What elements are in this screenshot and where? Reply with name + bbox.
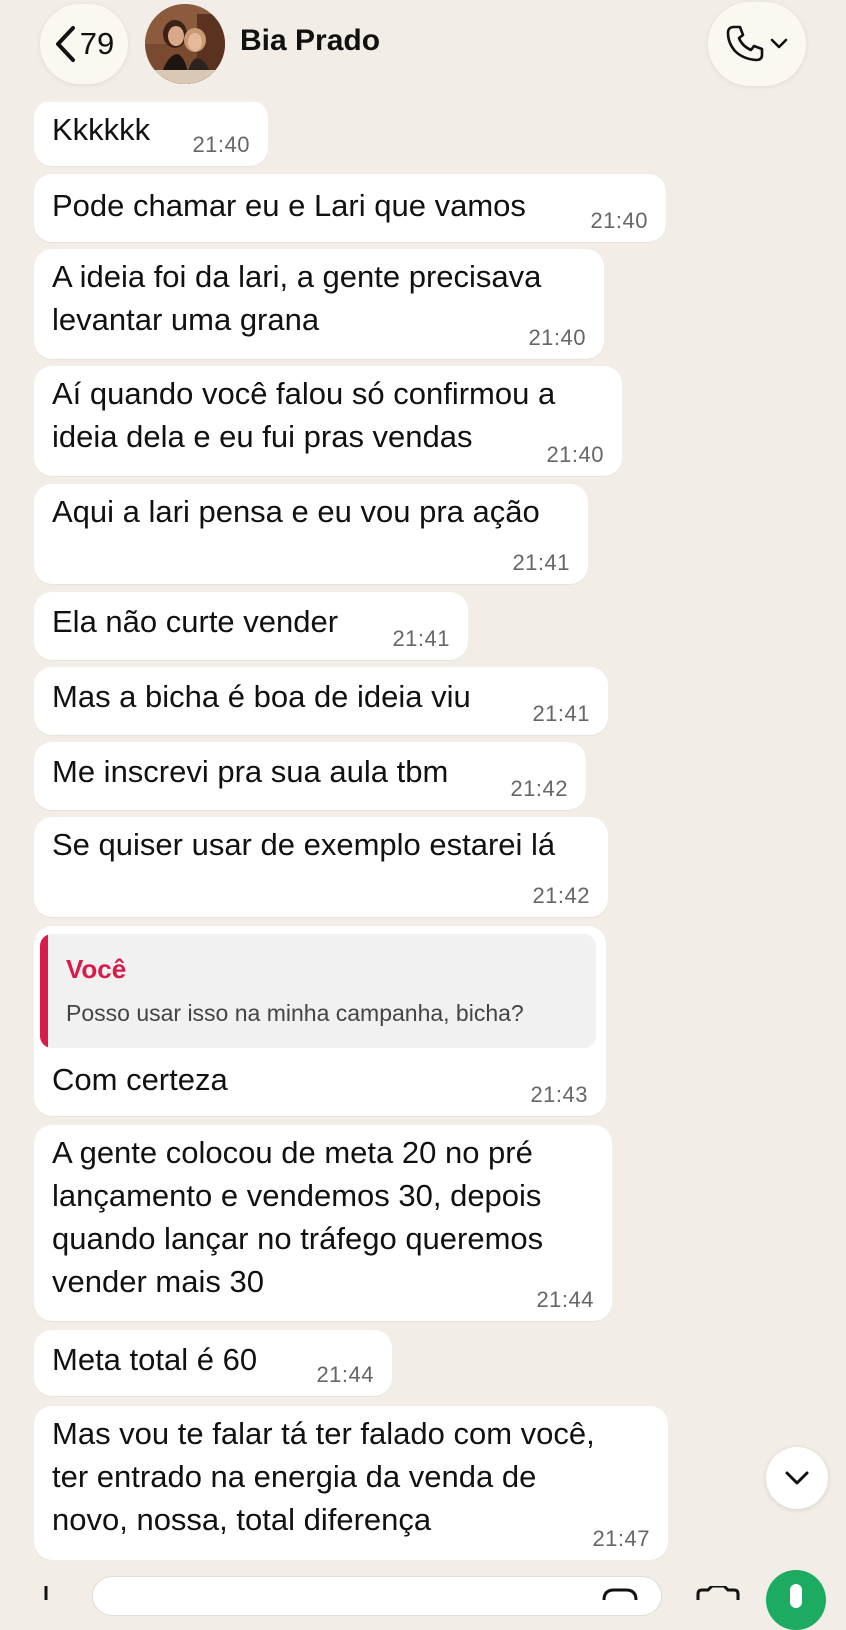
plus-icon[interactable]	[34, 1586, 58, 1600]
message-text: Se quiser usar de exemplo estarei lá	[52, 827, 556, 862]
message-time: 21:42	[532, 883, 590, 908]
sticker-icon[interactable]	[600, 1588, 640, 1600]
message-input[interactable]	[92, 1576, 662, 1616]
message-text: Me inscrevi pra sua aula tbm	[52, 754, 449, 789]
reply-message-bubble[interactable]: Você Posso usar isso na minha campanha, …	[34, 926, 606, 1116]
message-time: 21:40	[192, 132, 250, 157]
message-time: 21:47	[592, 1526, 650, 1551]
avatar-photo	[145, 4, 225, 84]
quote-text: Posso usar isso na minha campanha, bicha…	[66, 1000, 524, 1026]
message-bubble[interactable]: A ideia foi da lari, a gente precisava l…	[34, 249, 604, 359]
message-text: Mas vou te falar tá ter falado com você,…	[52, 1416, 595, 1537]
message-text: Meta total é 60	[52, 1342, 258, 1377]
chevron-down-icon	[770, 38, 788, 49]
scroll-to-bottom-button[interactable]	[766, 1447, 828, 1509]
message-time: 21:40	[528, 325, 586, 350]
message-time: 21:44	[316, 1362, 374, 1387]
message-text: A ideia foi da lari, a gente precisava l…	[52, 259, 542, 337]
camera-icon[interactable]	[696, 1586, 740, 1600]
message-bubble[interactable]: Kkkkkk 21:40	[34, 100, 268, 166]
message-text: Kkkkkk	[52, 112, 151, 147]
chevron-down-icon	[785, 1471, 809, 1485]
message-time: 21:41	[532, 701, 590, 726]
quoted-message[interactable]: Você Posso usar isso na minha campanha, …	[40, 934, 596, 1048]
message-compose-bar	[0, 1560, 846, 1630]
message-bubble[interactable]: Aqui a lari pensa e eu vou pra ação 21:4…	[34, 484, 588, 584]
quote-author: Você	[66, 954, 127, 984]
phone-icon	[726, 25, 764, 62]
call-button[interactable]	[708, 2, 806, 86]
message-bubble[interactable]: Me inscrevi pra sua aula tbm 21:42	[34, 742, 586, 810]
unread-count: 79	[79, 26, 115, 61]
message-bubble[interactable]: Mas a bicha é boa de ideia viu 21:41	[34, 667, 608, 735]
message-bubble[interactable]: Mas vou te falar tá ter falado com você,…	[34, 1406, 668, 1560]
contact-avatar[interactable]	[145, 4, 225, 84]
message-time: 21:43	[530, 1082, 588, 1107]
message-text: Pode chamar eu e Lari que vamos	[52, 188, 526, 223]
message-text: A gente colocou de meta 20 no pré lançam…	[52, 1135, 544, 1299]
message-bubble[interactable]: Aí quando você falou só confirmou a idei…	[34, 366, 622, 476]
message-time: 21:44	[536, 1287, 594, 1312]
message-time: 21:40	[546, 442, 604, 467]
quote-accent-bar	[40, 934, 48, 1048]
message-text: Com certeza	[52, 1062, 228, 1097]
mic-icon	[790, 1584, 802, 1608]
message-bubble[interactable]: Pode chamar eu e Lari que vamos 21:40	[34, 174, 666, 242]
message-text: Aqui a lari pensa e eu vou pra ação	[52, 494, 540, 529]
back-button[interactable]: 79	[40, 4, 128, 84]
message-time: 21:41	[512, 550, 570, 575]
message-bubble[interactable]: Se quiser usar de exemplo estarei lá 21:…	[34, 817, 608, 917]
chat-header: 79 Bia Prado	[0, 0, 846, 102]
message-time: 21:42	[510, 776, 568, 801]
message-time: 21:40	[590, 208, 648, 233]
message-time: 21:41	[392, 626, 450, 651]
message-text: Ela não curte vender	[52, 604, 339, 639]
message-text: Aí quando você falou só confirmou a idei…	[52, 376, 556, 454]
contact-name[interactable]: Bia Prado	[240, 24, 380, 58]
message-bubble[interactable]: Meta total é 60 21:44	[34, 1330, 392, 1396]
chevron-left-icon	[55, 26, 75, 62]
message-text: Mas a bicha é boa de ideia viu	[52, 679, 471, 714]
message-bubble[interactable]: Ela não curte vender 21:41	[34, 592, 468, 660]
mic-button[interactable]	[766, 1570, 826, 1630]
message-bubble[interactable]: A gente colocou de meta 20 no pré lançam…	[34, 1125, 612, 1321]
